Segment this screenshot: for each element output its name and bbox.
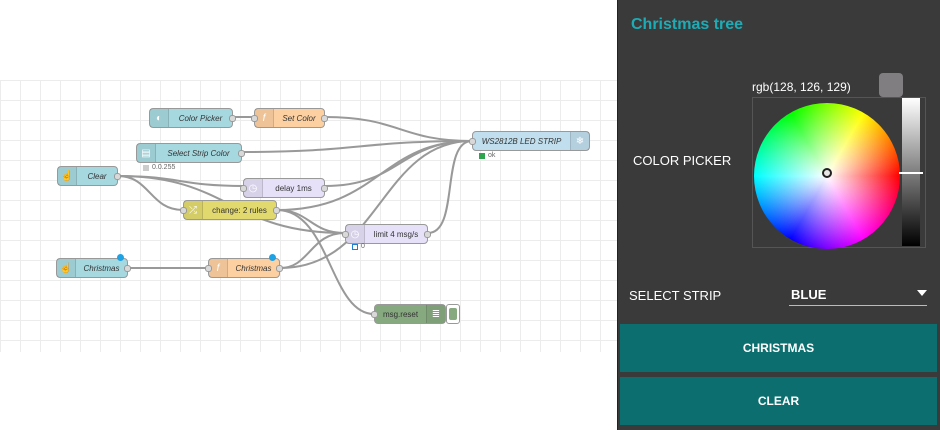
node-limit[interactable]: ◷ limit 4 msg/s (342, 224, 431, 244)
node-ws2812b-led-strip[interactable]: WS2812B LED STRIP ❄ (469, 131, 590, 151)
status-text: 0.0.255 (152, 164, 176, 171)
node-christmas-function[interactable]: f Christmas (205, 254, 283, 278)
output-port[interactable] (229, 115, 236, 122)
list-icon: ▤ (137, 144, 156, 162)
wire-selectstrip-ws2812 (241, 140, 473, 153)
color-value-readout: rgb(128, 126, 129) (752, 80, 851, 94)
hand-icon: ☝ (57, 259, 76, 277)
status-ring-icon (352, 243, 358, 250)
node-label: Christmas (235, 263, 272, 273)
dashboard-title: Christmas tree (631, 16, 744, 33)
node-label: Color Picker (178, 113, 223, 123)
node-change[interactable]: ⤮ change: 2 rules (180, 200, 280, 220)
chevron-down-icon (917, 290, 927, 296)
wire-christmasfn-ws2812 (279, 140, 473, 269)
lightness-slider-handle[interactable] (899, 172, 923, 174)
output-port[interactable] (321, 115, 328, 122)
node-delay[interactable]: ◷ delay 1ms (240, 178, 328, 198)
status-text: 0 (361, 243, 365, 250)
node-label: change: 2 rules (212, 205, 267, 215)
christmas-button[interactable]: CHRISTMAS (620, 324, 937, 372)
node-color-picker[interactable]: ◐ Color Picker (149, 108, 236, 128)
node-label: delay 1ms (275, 183, 312, 193)
color-swatch (879, 73, 903, 97)
node-label: WS2812B LED STRIP (481, 136, 562, 146)
node-label: Set Color (282, 113, 316, 123)
wire-setcolor-ws2812 (324, 116, 473, 142)
color-picker-label: COLOR PICKER (633, 153, 732, 168)
select-strip-value: BLUE (791, 287, 827, 302)
node-label: Select Strip Color (167, 148, 230, 158)
select-strip-label: SELECT STRIP (629, 288, 722, 303)
output-port[interactable] (321, 185, 328, 192)
input-port[interactable] (180, 207, 187, 214)
node-msg-reset[interactable]: msg.reset ≣ (371, 304, 446, 324)
palette-icon: ◐ (150, 109, 169, 127)
changed-indicator-icon (117, 254, 124, 261)
node-status: 0.0.255 (143, 164, 175, 171)
output-port[interactable] (273, 207, 280, 214)
status-text: ok (488, 152, 496, 159)
hand-icon: ☝ (58, 167, 77, 185)
output-port[interactable] (276, 265, 283, 272)
clear-button[interactable]: CLEAR (620, 377, 937, 425)
list-icon: ≣ (426, 305, 445, 323)
dashboard-panel: Christmas tree rgb(128, 126, 129) COLOR … (617, 0, 940, 430)
flow-wires (117, 116, 473, 315)
input-port[interactable] (240, 185, 247, 192)
changed-indicator-icon (269, 254, 276, 261)
node-set-color[interactable]: f Set Color (251, 108, 328, 128)
flow-canvas[interactable]: ◐ Color Picker f Set Color ▤ Select Stri… (0, 0, 617, 430)
output-port[interactable] (114, 173, 121, 180)
output-port[interactable] (238, 150, 245, 157)
input-port[interactable] (469, 138, 476, 145)
node-label: limit 4 msg/s (373, 229, 419, 239)
node-status: ok (479, 152, 495, 159)
wire-limit-ws2812 (427, 140, 473, 234)
node-christmas-button[interactable]: ☝ Christmas (56, 254, 131, 278)
status-ok-icon (479, 152, 485, 159)
input-port[interactable] (342, 231, 349, 238)
input-port[interactable] (251, 115, 258, 122)
debug-toggle-fill (449, 308, 457, 320)
select-strip-dropdown[interactable]: BLUE (789, 284, 927, 306)
color-wheel-handle[interactable] (822, 168, 832, 178)
input-port[interactable] (371, 311, 378, 318)
raspberry-icon: ❄ (570, 132, 589, 150)
status-square-icon (143, 164, 149, 171)
node-clear[interactable]: ☝ Clear (57, 166, 121, 186)
node-select-strip-color[interactable]: ▤ Select Strip Color (136, 143, 245, 163)
node-label: Christmas (83, 263, 120, 273)
node-status: 0 (352, 243, 365, 250)
output-port[interactable] (124, 265, 131, 272)
input-port[interactable] (205, 265, 212, 272)
debug-toggle-button[interactable] (446, 304, 460, 324)
node-label: msg.reset (382, 309, 419, 319)
output-port[interactable] (424, 231, 431, 238)
node-label: Clear (87, 171, 107, 181)
